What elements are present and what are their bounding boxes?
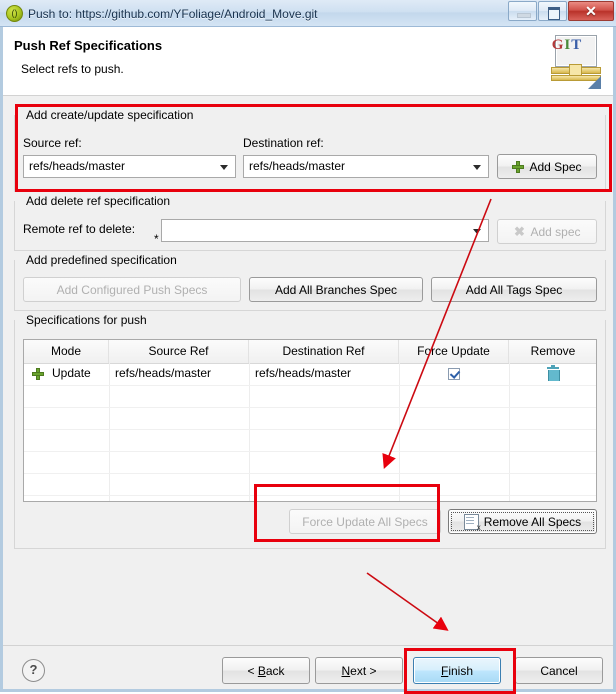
specs-table-header: Mode Source Ref Destination Ref Force Up… — [24, 340, 596, 364]
footer-separator — [3, 645, 613, 646]
git-logo-letters: GIT — [547, 37, 587, 54]
minimize-icon — [517, 13, 531, 18]
chevron-down-icon — [473, 165, 481, 170]
remove-all-specs-button[interactable]: Remove All Specs — [448, 509, 597, 534]
chevron-down-icon — [473, 229, 481, 234]
delete-ref-group: Add delete ref specification Remote ref … — [14, 193, 606, 251]
next-button[interactable]: Next > — [315, 657, 403, 684]
force-update-checkbox[interactable] — [448, 368, 460, 380]
add-configured-push-specs-button[interactable]: Add Configured Push Specs — [23, 277, 241, 302]
specs-table[interactable]: Mode Source Ref Destination Ref Force Up… — [23, 339, 597, 502]
add-all-branches-spec-label: Add All Branches Spec — [274, 282, 398, 297]
finish-button-label: Finish — [440, 663, 474, 678]
finish-button[interactable]: Finish — [413, 657, 501, 684]
add-all-tags-spec-label: Add All Tags Spec — [465, 282, 563, 297]
trash-lid — [547, 367, 559, 369]
destination-ref-label: Destination ref: — [243, 136, 324, 150]
cancel-button-label: Cancel — [540, 663, 578, 678]
remove-all-specs-label: Remove All Specs — [483, 514, 582, 529]
add-all-branches-spec-button[interactable]: Add All Branches Spec — [249, 277, 423, 302]
source-ref-label: Source ref: — [23, 136, 82, 150]
source-ref-value: refs/heads/master — [29, 159, 126, 173]
destination-ref-combo[interactable]: refs/heads/master — [243, 155, 489, 178]
row-divider — [24, 451, 596, 452]
remote-ref-input[interactable] — [161, 219, 489, 242]
git-push-icon — [6, 5, 23, 22]
delete-ref-group-legend: Add delete ref specification — [22, 193, 175, 209]
window-controls: ✕ — [507, 1, 614, 21]
add-spec-button-label: Add Spec — [529, 159, 582, 174]
trash-icon[interactable] — [547, 365, 560, 381]
cell-source-ref: refs/heads/master — [115, 366, 212, 380]
gray-x-icon: ✖ — [514, 223, 525, 239]
green-plus-icon — [32, 368, 44, 380]
predefined-group: Add predefined specification Add Configu… — [14, 252, 606, 311]
column-header-source-ref[interactable]: Source Ref — [109, 340, 249, 363]
column-header-mode[interactable]: Mode — [24, 340, 109, 363]
wizard-header: Push Ref Specifications Select refs to p… — [3, 27, 613, 96]
add-delete-spec-button[interactable]: ✖ Add spec — [497, 219, 597, 244]
row-divider — [24, 429, 596, 430]
column-header-force-update[interactable]: Force Update — [399, 340, 509, 363]
next-mnemonic: N — [341, 663, 351, 678]
git-letter-t: T — [571, 37, 583, 53]
create-update-group-legend: Add create/update specification — [22, 107, 198, 123]
page-title: Push Ref Specifications — [14, 38, 163, 53]
force-update-all-specs-label: Force Update All Specs — [302, 514, 428, 529]
close-icon: ✕ — [585, 3, 597, 19]
title-bar-left: Push to: https://github.com/YFoliage/And… — [6, 0, 318, 27]
column-header-remove[interactable]: Remove — [509, 340, 596, 363]
window-title: Push to: https://github.com/YFoliage/And… — [28, 6, 318, 21]
back-button-label: < Back — [247, 663, 285, 678]
specs-group-legend: Specifications for push — [22, 312, 151, 328]
minimize-button[interactable] — [508, 1, 537, 21]
add-configured-push-specs-label: Add Configured Push Specs — [56, 282, 208, 297]
push-dialog-window: Push to: https://github.com/YFoliage/And… — [0, 0, 616, 694]
title-bar: Push to: https://github.com/YFoliage/And… — [0, 0, 616, 27]
remove-all-icon — [463, 513, 481, 532]
maximize-icon — [548, 7, 560, 20]
force-update-all-specs-button[interactable]: Force Update All Specs — [289, 509, 441, 534]
cancel-button[interactable]: Cancel — [515, 657, 603, 684]
git-letter-g: G — [551, 37, 565, 53]
cell-destination-ref: refs/heads/master — [255, 366, 352, 380]
row-divider — [24, 473, 596, 474]
close-button[interactable]: ✕ — [568, 1, 614, 21]
green-plus-icon — [512, 160, 525, 173]
table-row[interactable]: Update refs/heads/master refs/heads/mast… — [24, 363, 596, 385]
row-divider — [24, 495, 596, 496]
git-logo: GIT — [547, 33, 601, 89]
specs-group: Specifications for push Mode Source Ref … — [14, 312, 606, 549]
finish-mnemonic: F — [440, 663, 449, 678]
dialog-body: Push Ref Specifications Select refs to p… — [0, 27, 616, 692]
add-all-tags-spec-button[interactable]: Add All Tags Spec — [431, 277, 597, 302]
page-subtitle: Select refs to push. — [21, 62, 124, 76]
git-logo-corner — [588, 76, 601, 89]
add-delete-spec-button-label: Add spec — [530, 224, 581, 239]
back-button[interactable]: < Back — [222, 657, 310, 684]
help-button[interactable]: ? — [22, 659, 45, 682]
trash-body — [548, 370, 560, 381]
row-divider — [24, 407, 596, 408]
next-button-label: Next > — [341, 663, 377, 678]
destination-ref-value: refs/heads/master — [249, 159, 346, 173]
predefined-group-legend: Add predefined specification — [22, 252, 181, 268]
create-update-group: Add create/update specification Source r… — [14, 107, 606, 192]
cell-mode: Update — [52, 366, 91, 380]
back-mnemonic: B — [257, 663, 266, 678]
column-header-destination-ref[interactable]: Destination Ref — [249, 340, 399, 363]
row-divider — [24, 385, 596, 386]
remote-ref-label: Remote ref to delete: — [23, 222, 136, 236]
maximize-button[interactable] — [538, 1, 567, 21]
source-ref-combo[interactable]: refs/heads/master — [23, 155, 236, 178]
required-marker: * — [154, 232, 159, 246]
chevron-down-icon — [220, 165, 228, 170]
add-spec-button[interactable]: Add Spec — [497, 154, 597, 179]
